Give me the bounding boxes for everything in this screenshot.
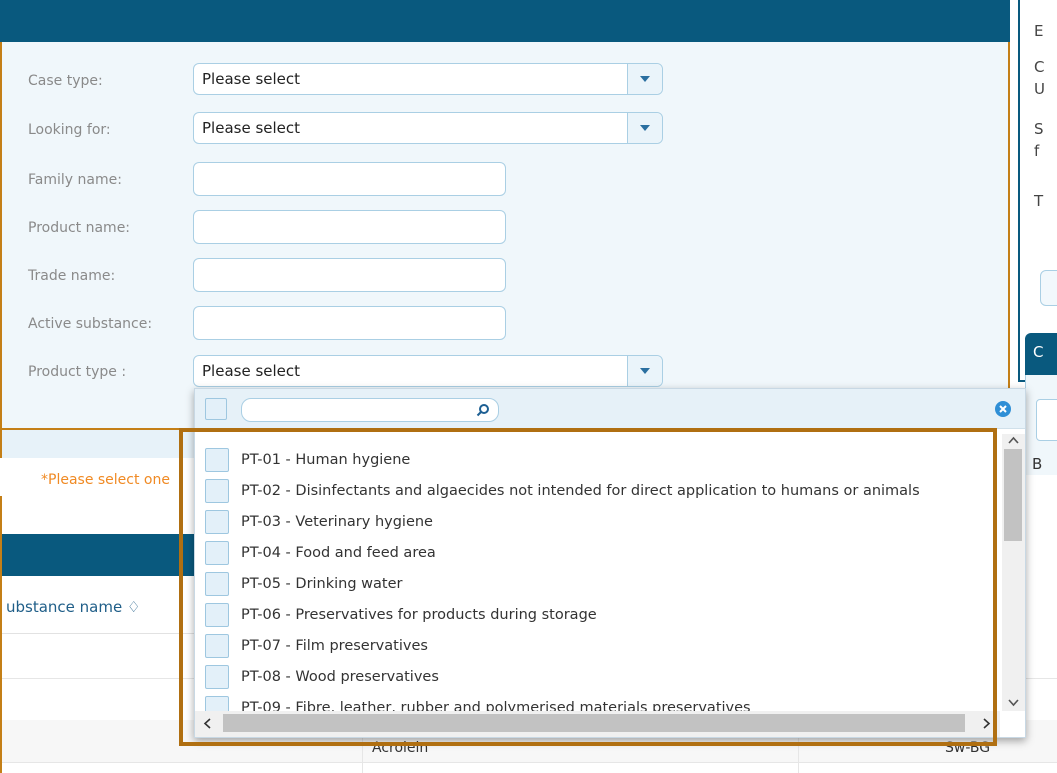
looking-for-select[interactable]: Please select [193, 112, 663, 144]
product-type-label: Product type : [28, 364, 127, 380]
scroll-up-icon[interactable] [1008, 436, 1019, 444]
side-panel-text: C [1034, 58, 1045, 76]
dropdown-header [195, 389, 1025, 429]
dropdown-arrow-icon[interactable] [627, 64, 662, 94]
active-substance-input[interactable] [193, 306, 506, 340]
row-divider [0, 762, 1057, 763]
side-panel-text: E [1034, 22, 1044, 40]
substance-name-column[interactable]: ubstance name ♢ [6, 598, 140, 616]
highlight-box [179, 428, 997, 746]
side-panel-text: B [1032, 455, 1043, 473]
side-panel-header: C [1025, 333, 1057, 375]
side-panel-button[interactable] [1040, 270, 1057, 306]
dropdown-arrow-icon[interactable] [627, 113, 662, 143]
product-type-select[interactable]: Please select [193, 355, 663, 387]
side-panel-text: S [1034, 120, 1044, 138]
looking-for-value: Please select [202, 119, 301, 137]
side-panel-text: T [1034, 192, 1044, 210]
vertical-scroll-thumb[interactable] [1004, 449, 1022, 541]
side-panel-text: f [1034, 142, 1040, 160]
scroll-down-icon[interactable] [1008, 699, 1019, 707]
dropdown-search-input[interactable] [241, 398, 499, 422]
product-name-label: Product name: [28, 220, 131, 236]
family-name-input[interactable] [193, 162, 506, 196]
trade-name-input[interactable] [193, 258, 506, 292]
select-all-checkbox[interactable] [205, 398, 227, 420]
family-name-label: Family name: [28, 172, 122, 188]
required-note: *Please select one [41, 472, 170, 488]
side-panel-header-text: C [1033, 343, 1044, 361]
clear-icon[interactable] [995, 401, 1011, 417]
left-border [0, 496, 2, 773]
side-panel-box: B [1025, 375, 1057, 475]
search-icon[interactable] [476, 403, 490, 417]
dropdown-arrow-icon[interactable] [627, 356, 662, 386]
side-panel-field[interactable] [1036, 399, 1057, 441]
trade-name-label: Trade name: [28, 268, 116, 284]
case-type-value: Please select [202, 70, 301, 88]
case-type-label: Case type: [28, 73, 103, 89]
product-name-input[interactable] [193, 210, 506, 244]
active-substance-label: Active substance: [28, 316, 153, 332]
looking-for-label: Looking for: [28, 122, 111, 138]
side-panel-text: U [1034, 80, 1045, 98]
search-panel-header [0, 0, 1010, 42]
side-info-panel: E C U S f T [1018, 0, 1057, 382]
case-type-select[interactable]: Please select [193, 63, 663, 95]
product-type-value: Please select [202, 362, 301, 380]
